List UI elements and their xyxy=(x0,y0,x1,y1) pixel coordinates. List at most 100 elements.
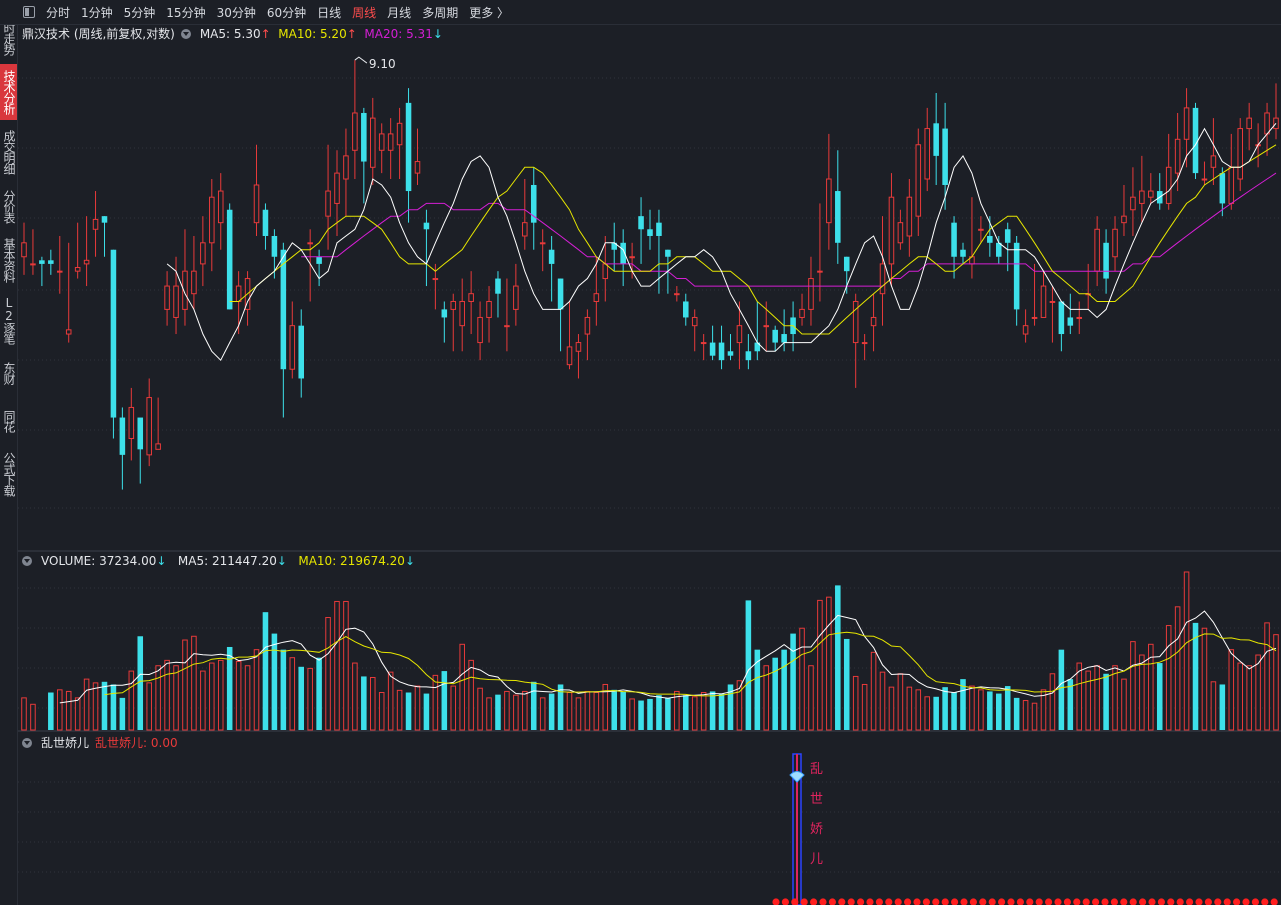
indicator-dot xyxy=(1176,898,1184,905)
vol-ma5-legend: MA5: 211447.20↓ xyxy=(177,554,287,568)
volume-bar xyxy=(235,660,242,731)
volume-bar xyxy=(432,674,439,731)
volume-bar xyxy=(593,692,600,731)
candle-body xyxy=(432,278,439,281)
volume-bar xyxy=(808,665,814,731)
candle-body xyxy=(1246,117,1252,130)
candle-body xyxy=(137,417,144,450)
candle-body xyxy=(709,342,716,356)
kline-chart[interactable]: 9.10 乱世娇儿 xyxy=(0,0,1281,905)
indicator-dot xyxy=(1204,898,1212,905)
volume-bar xyxy=(244,665,251,731)
indicator-dot xyxy=(1026,898,1034,905)
volume-bar xyxy=(522,690,528,731)
candle-body xyxy=(691,316,698,327)
volume-bar xyxy=(21,697,27,731)
volume-bar xyxy=(1022,700,1029,731)
candle-body xyxy=(200,242,206,265)
candle-body xyxy=(566,346,573,366)
candle-body xyxy=(110,249,117,418)
ma5-line xyxy=(166,122,1277,362)
candle-body xyxy=(352,112,358,151)
volume-bar xyxy=(369,677,376,731)
candle-body xyxy=(745,351,752,361)
candle-body xyxy=(1121,215,1127,224)
candle-body xyxy=(307,242,313,245)
volume-bar xyxy=(513,694,519,731)
volume-bar xyxy=(280,649,287,730)
candle-body xyxy=(361,112,367,162)
candle-body xyxy=(522,222,528,237)
indicator-dot xyxy=(1063,898,1071,905)
indicator-dot xyxy=(772,898,780,905)
ma5-legend: MA5: 5.30↑ xyxy=(199,27,271,41)
candle-body xyxy=(548,249,555,264)
stock-title: 鼎汉技术 (周线,前复权,对数) xyxy=(22,27,175,41)
volume-bar xyxy=(200,670,206,731)
candle-body xyxy=(942,128,948,185)
volume-bar xyxy=(691,696,698,731)
indicator-dot xyxy=(1120,898,1128,905)
indicator-dot xyxy=(1148,898,1156,905)
candle-body xyxy=(235,285,242,302)
volume-bar xyxy=(682,695,689,730)
candle-body xyxy=(253,184,260,224)
volume-bar xyxy=(656,695,662,730)
candle-body xyxy=(987,235,993,243)
volume-bar xyxy=(459,643,465,731)
indicator-dot xyxy=(1073,898,1081,905)
volume-bar xyxy=(414,685,421,731)
signal-label-char: 娇 xyxy=(810,822,823,837)
candle-body xyxy=(1219,173,1226,204)
volume-dropdown-icon[interactable] xyxy=(22,556,32,566)
candle-body xyxy=(164,285,170,310)
volume-bar xyxy=(709,691,716,730)
candle-body xyxy=(226,209,233,310)
indicator-dot xyxy=(1157,898,1165,905)
candle-body xyxy=(674,293,680,296)
volume-bar xyxy=(1174,606,1181,731)
indicator-dropdown-icon[interactable] xyxy=(22,738,32,748)
volume-bar xyxy=(1004,686,1011,730)
candle-body xyxy=(629,256,635,259)
candle-body xyxy=(414,161,421,174)
volume-bar xyxy=(253,649,260,731)
volume-bar xyxy=(888,686,895,731)
candle-body xyxy=(826,178,832,224)
candle-body xyxy=(870,316,877,327)
candle-body xyxy=(933,123,939,156)
volume-bar xyxy=(361,676,367,730)
volume-bar xyxy=(217,659,224,731)
indicator-dot xyxy=(1110,898,1118,905)
volume-bar xyxy=(271,633,278,730)
candle-body xyxy=(325,190,331,217)
candle-body xyxy=(1130,196,1136,211)
indicator-dot xyxy=(847,898,855,905)
candle-body xyxy=(1013,242,1020,310)
candle-body xyxy=(602,263,609,280)
candle-body xyxy=(584,316,591,335)
volume-bar xyxy=(951,692,957,730)
candle-body xyxy=(915,144,922,217)
volume-bar xyxy=(611,689,618,730)
candle-body xyxy=(48,260,54,264)
candle-body xyxy=(298,325,305,379)
signal-label-char: 世 xyxy=(810,792,823,807)
legend-dropdown-icon[interactable] xyxy=(180,29,191,39)
volume-bar xyxy=(164,659,170,731)
candle-body xyxy=(378,133,385,151)
volume-bar xyxy=(575,697,582,731)
candle-body xyxy=(1174,138,1181,174)
candle-body xyxy=(30,263,36,266)
volume-bar xyxy=(405,692,412,730)
volume-bar xyxy=(1058,649,1065,730)
volume-bar xyxy=(298,666,305,730)
indicator-dot xyxy=(1261,898,1269,905)
candle-body xyxy=(843,256,850,272)
volume-bar xyxy=(325,617,331,731)
volume-bar xyxy=(56,689,63,731)
indicator-dot xyxy=(1139,898,1147,905)
volume-bar xyxy=(772,657,778,730)
candle-body xyxy=(1022,325,1029,335)
indicator-dot xyxy=(1251,898,1259,905)
